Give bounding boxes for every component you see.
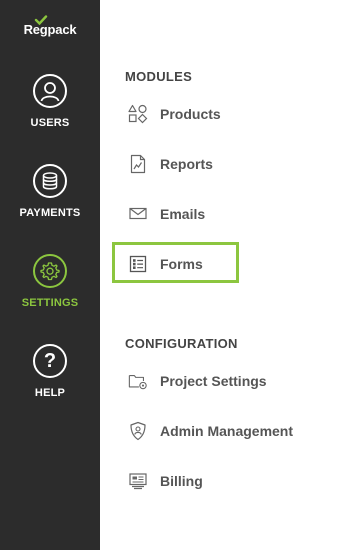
form-list-icon	[128, 254, 148, 274]
section-header-configuration: CONFIGURATION	[125, 336, 238, 351]
sidebar-item-label: USERS	[30, 117, 70, 129]
checkmark-icon	[34, 15, 48, 25]
menu-item-products[interactable]: Products	[128, 100, 221, 128]
menu-item-reports[interactable]: Reports	[128, 150, 213, 178]
sidebar-item-help[interactable]: ? HELP	[0, 344, 100, 399]
sidebar-item-label: SETTINGS	[21, 297, 79, 309]
menu-item-label: Billing	[160, 473, 203, 489]
gear-icon	[33, 254, 67, 288]
report-chart-icon	[128, 154, 148, 174]
shapes-icon	[128, 104, 148, 124]
regpack-logo[interactable]: Regpack	[0, 15, 100, 37]
menu-item-label: Reports	[160, 156, 213, 172]
menu-item-billing[interactable]: Billing	[128, 467, 203, 495]
menu-item-admin-management[interactable]: Admin Management	[128, 417, 293, 445]
sidebar-item-users[interactable]: USERS	[0, 74, 100, 129]
billing-card-icon	[128, 471, 148, 491]
menu-item-project-settings[interactable]: Project Settings	[128, 367, 267, 395]
menu-item-label: Admin Management	[160, 423, 294, 439]
user-icon	[33, 74, 67, 108]
section-header-modules: MODULES	[125, 69, 193, 84]
sidebar-item-settings[interactable]: SETTINGS	[0, 254, 100, 309]
menu-item-emails[interactable]: Emails	[128, 200, 205, 228]
question-icon: ?	[33, 344, 67, 378]
menu-item-label: Emails	[160, 206, 206, 222]
sidebar-item-payments[interactable]: PAYMENTS	[0, 164, 100, 219]
menu-item-label: Products	[160, 106, 221, 122]
logo-text: Regpack	[23, 22, 77, 37]
coins-icon	[33, 164, 67, 198]
sidebar-item-label: PAYMENTS	[19, 207, 81, 219]
menu-item-label: Project Settings	[160, 373, 267, 389]
sidebar: Regpack USERS PAYMENTS SETTINGS ? HELP	[0, 0, 100, 550]
menu-item-label: Forms	[160, 256, 203, 272]
shield-user-icon	[128, 421, 148, 441]
folder-gear-icon	[128, 371, 148, 391]
envelope-icon	[128, 204, 148, 224]
sidebar-item-label: HELP	[34, 387, 66, 399]
menu-item-forms[interactable]: Forms	[128, 250, 203, 278]
